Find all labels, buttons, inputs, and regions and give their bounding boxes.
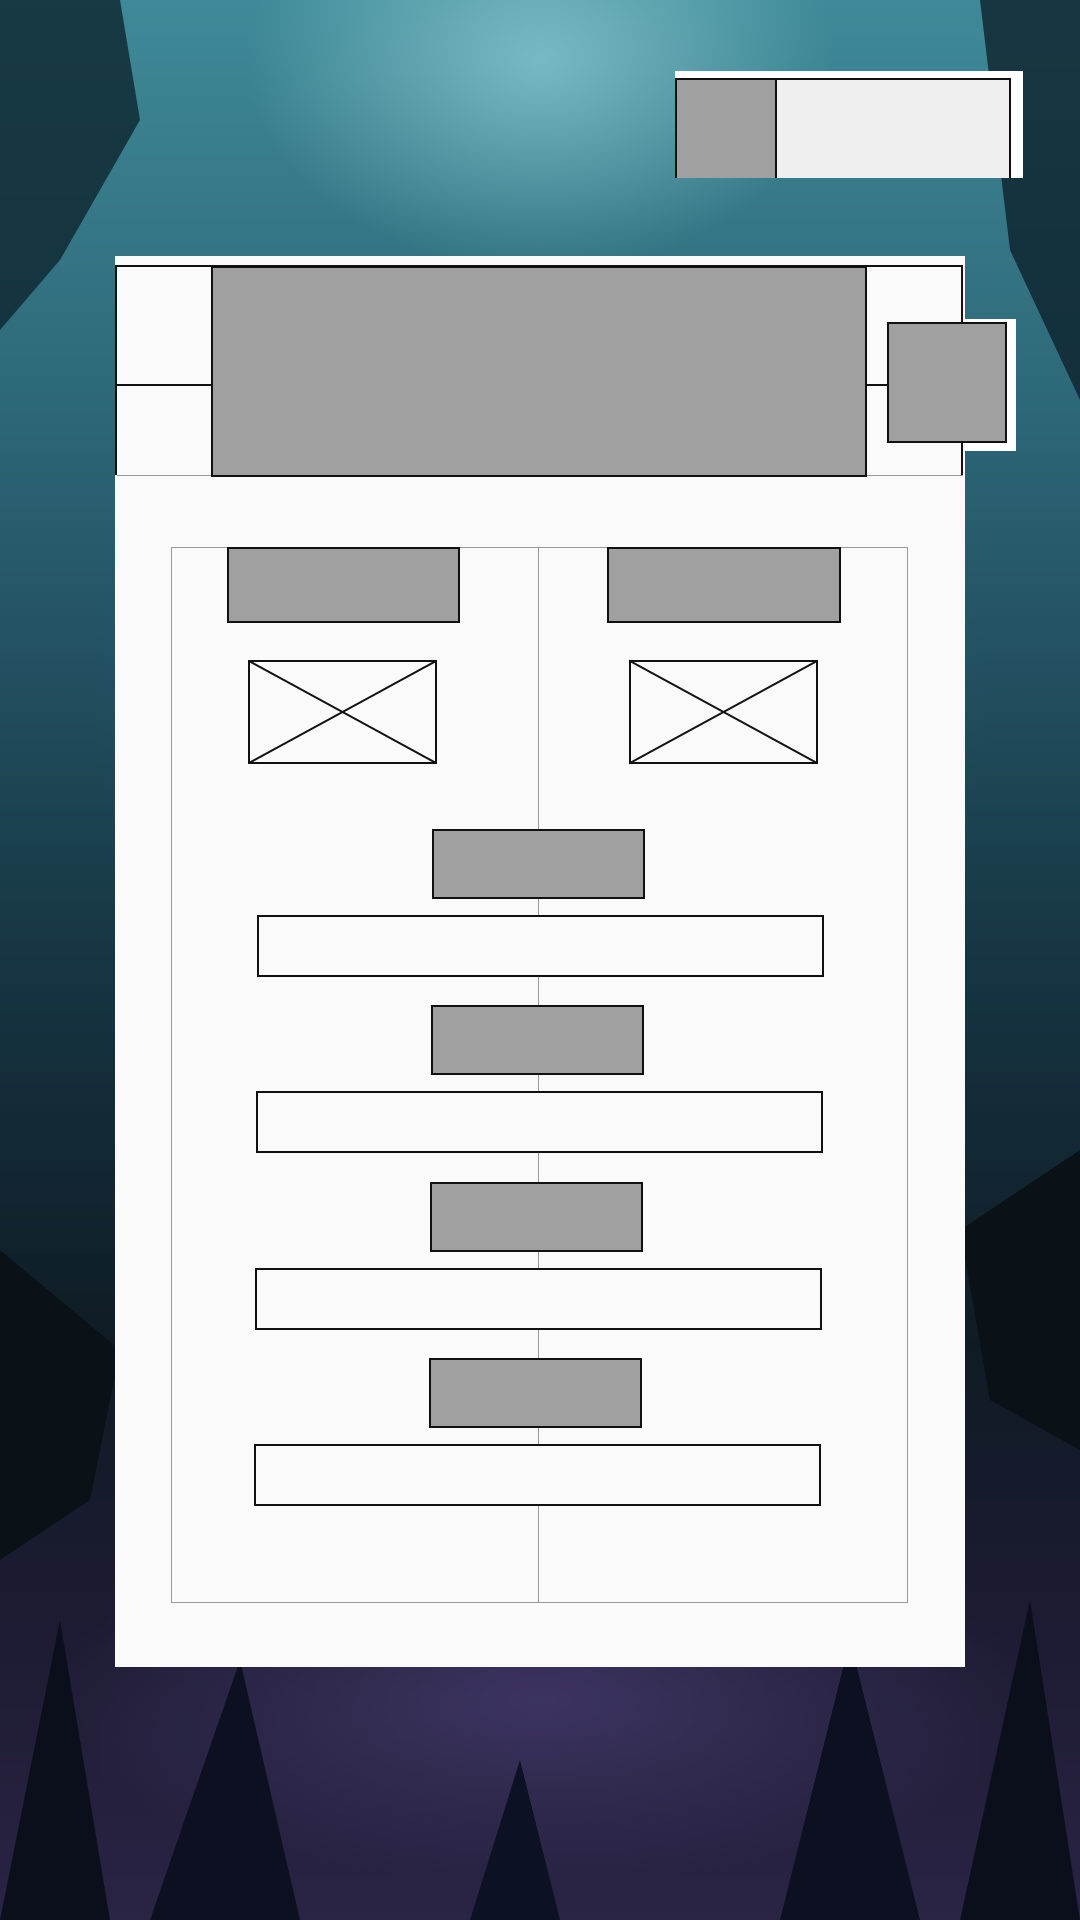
image-placeholder-icon [248,660,437,764]
row-label-3 [430,1182,643,1252]
top-badge[interactable] [675,78,1011,178]
dialog-title-banner [211,266,867,477]
row-field-2[interactable] [256,1091,823,1153]
image-placeholder-icon [629,660,818,764]
column-header-left[interactable] [227,547,460,623]
close-button[interactable] [887,322,1007,443]
row-field-3[interactable] [255,1268,822,1330]
header-rule-right [865,384,889,386]
avatar-placeholder-icon [675,78,777,178]
row-label-2 [431,1005,644,1075]
top-badge-frame [675,71,1023,178]
header-rule-left [115,384,212,386]
row-label-1 [432,829,645,899]
row-field-4[interactable] [254,1444,821,1506]
column-header-right[interactable] [607,547,841,623]
row-field-1[interactable] [257,915,824,977]
row-label-4 [429,1358,642,1428]
close-placeholder-icon [889,324,1005,441]
dialog-panel [115,256,965,1667]
